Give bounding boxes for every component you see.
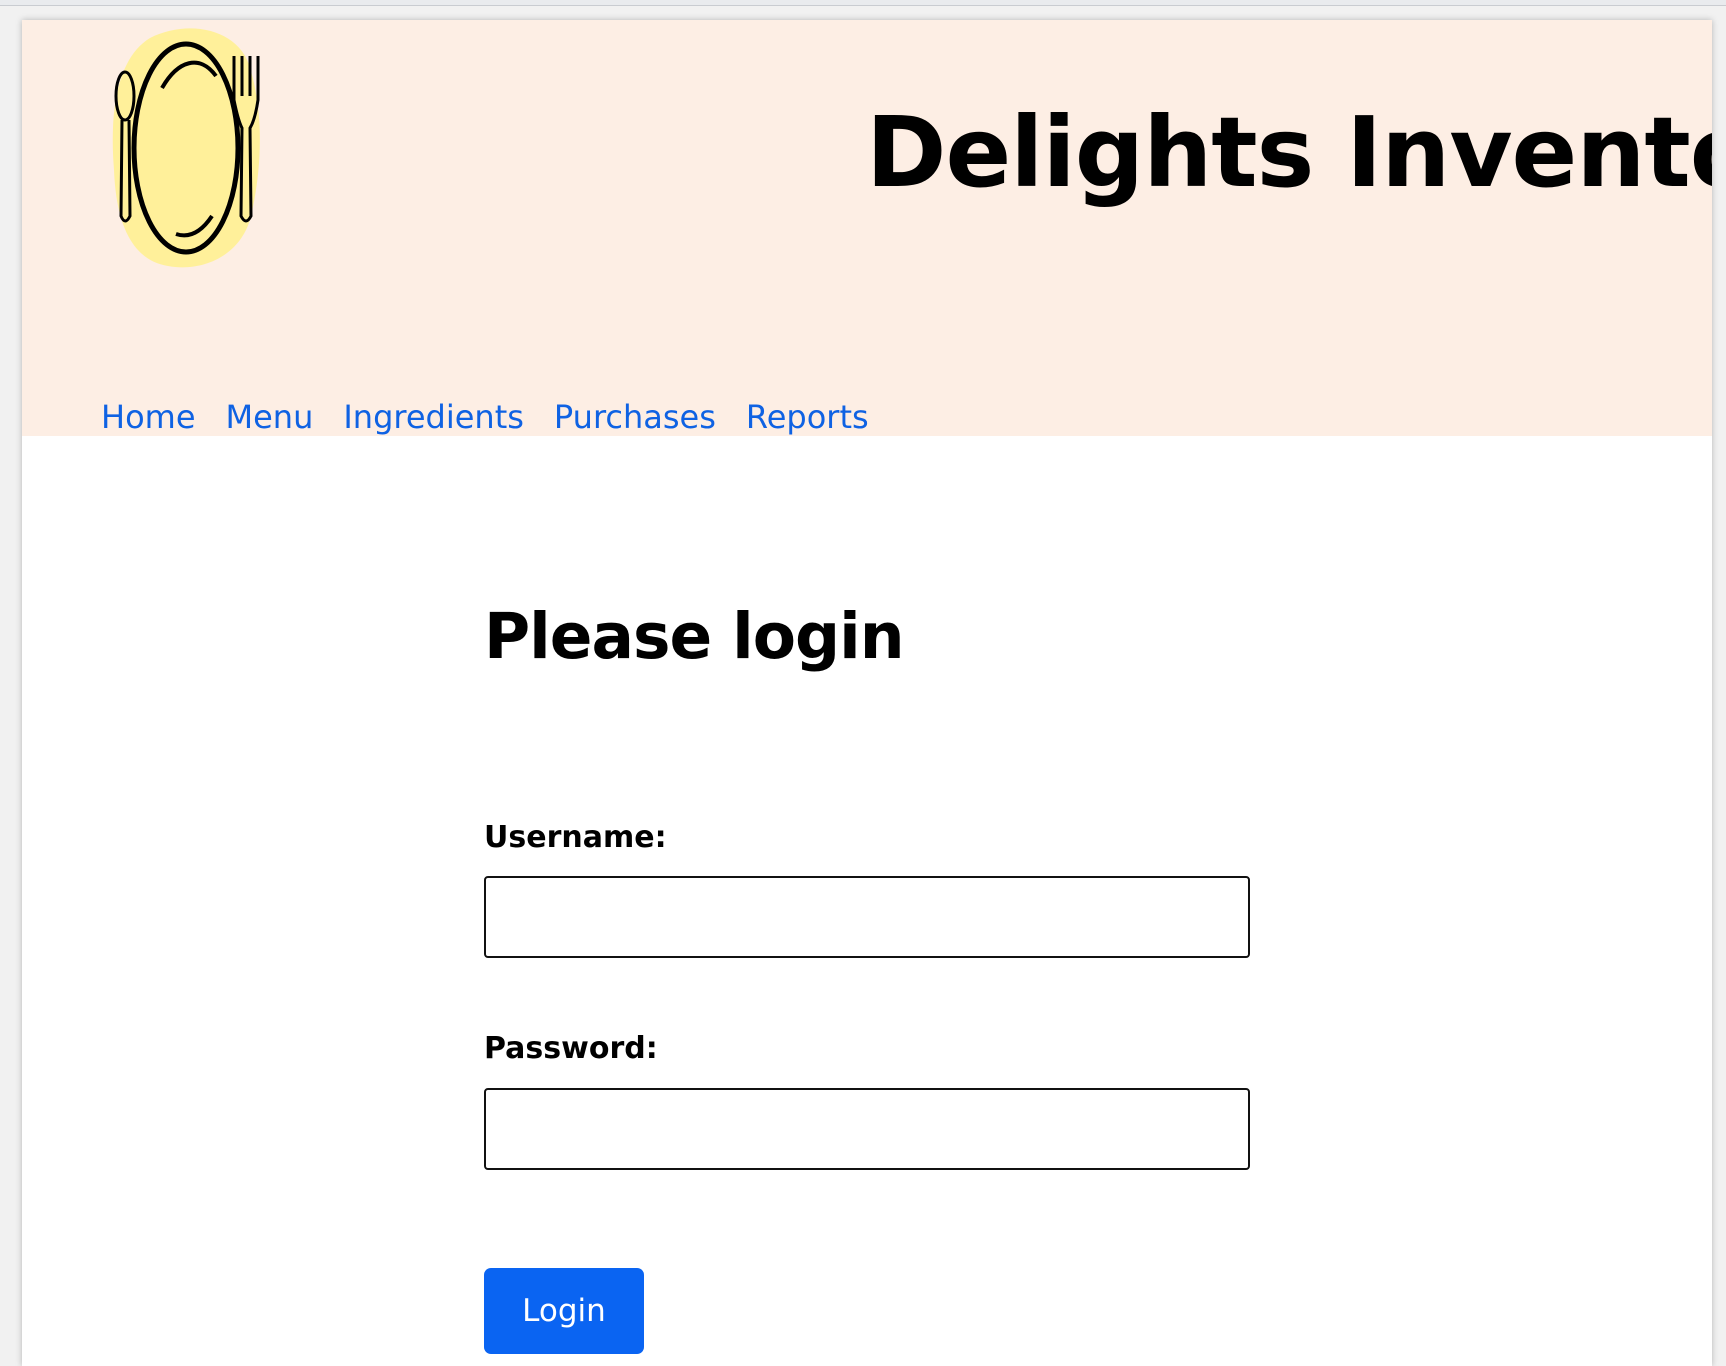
- password-input[interactable]: [484, 1088, 1250, 1170]
- main-nav: Home Menu Ingredients Purchases Reports: [101, 398, 899, 436]
- login-heading: Please login: [484, 600, 905, 673]
- nav-purchases[interactable]: Purchases: [554, 398, 716, 436]
- page-window: Delights Inventory Home Menu Ingredients…: [22, 20, 1712, 1366]
- site-header: Delights Inventory Home Menu Ingredients…: [22, 20, 1712, 436]
- login-button[interactable]: Login: [484, 1268, 644, 1354]
- nav-home[interactable]: Home: [101, 398, 196, 436]
- nav-menu[interactable]: Menu: [226, 398, 314, 436]
- site-title: Delights Inventory: [866, 96, 1712, 209]
- username-label: Username:: [484, 820, 667, 855]
- password-label: Password:: [484, 1031, 658, 1066]
- browser-top-edge: [0, 0, 1726, 6]
- plate-fork-spoon-logo-icon: [112, 28, 260, 268]
- nav-reports[interactable]: Reports: [746, 398, 869, 436]
- nav-ingredients[interactable]: Ingredients: [343, 398, 524, 436]
- username-input[interactable]: [484, 876, 1250, 958]
- login-form: Please login Username: Password: Login: [484, 600, 1264, 1354]
